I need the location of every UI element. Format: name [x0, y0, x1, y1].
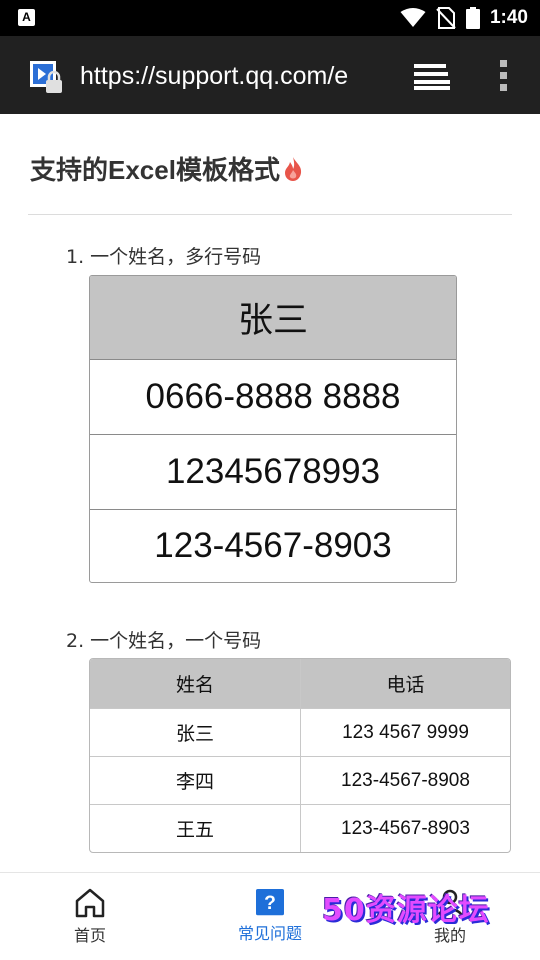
table-row: 王五 123-4567-8903: [90, 804, 510, 852]
more-vert-icon[interactable]: [496, 58, 512, 94]
battery-icon: [465, 7, 480, 29]
nav-faq-label: 常见问题: [237, 924, 302, 943]
cell-name: 李四: [90, 757, 301, 804]
table-row: 李四 123-4567-8908: [90, 756, 510, 804]
url-bar[interactable]: https://support.qq.com/e: [80, 60, 385, 92]
question-icon: ?: [256, 889, 284, 916]
multi-number-table: 张三 0666-8888 8888 12345678993 123-4567-8…: [89, 275, 457, 583]
table-row: 张三 123 4567 9999: [90, 708, 510, 756]
table-row: 123-4567-8903: [90, 509, 456, 582]
page-title: 支持的Excel模板格式: [30, 150, 303, 187]
nav-home-label: 首页: [73, 926, 106, 945]
status-bar: A 1:40: [0, 0, 540, 36]
name-number-table: 姓名 电话 张三 123 4567 9999 李四 123-4567-8908 …: [89, 658, 511, 853]
status-icons: 1:40: [400, 0, 528, 36]
table-row: 12345678993: [90, 434, 456, 509]
header-name: 姓名: [90, 659, 301, 708]
table-header-row: 姓名 电话: [90, 659, 510, 708]
tabs-icon[interactable]: [412, 62, 452, 92]
header-phone: 电话: [386, 675, 425, 696]
site-lock-icon[interactable]: [30, 60, 64, 94]
nav-home[interactable]: 首页: [30, 873, 150, 960]
cell-name: 王五: [90, 805, 301, 852]
no-sim-icon: [436, 7, 456, 29]
table-row: 0666-8888 8888: [90, 359, 456, 434]
table-header: 张三: [90, 276, 456, 359]
text-a-icon: A: [18, 9, 35, 26]
browser-toolbar: https://support.qq.com/e: [0, 36, 540, 114]
cell-phone: 123-4567-8903: [341, 817, 470, 839]
section2-label: 2. 一个姓名，一个号码: [66, 630, 262, 652]
page-title-text: 支持的Excel模板格式: [30, 155, 280, 185]
section1-label: 1. 一个姓名，多行号码: [66, 246, 262, 268]
clock: 1:40: [489, 7, 528, 28]
wifi-icon: [400, 8, 426, 27]
cell-name: 张三: [90, 709, 301, 756]
flame-icon: [284, 157, 302, 181]
cell-phone: 123-4567-8908: [341, 769, 470, 791]
home-icon: [75, 888, 105, 918]
svg-text:?: ?: [264, 893, 276, 914]
nav-faq[interactable]: ? 常见问题: [210, 873, 330, 960]
cell-phone: 123 4567 9999: [342, 721, 469, 743]
watermark-logo: 50资源论坛: [322, 893, 490, 928]
title-divider: [28, 214, 512, 215]
